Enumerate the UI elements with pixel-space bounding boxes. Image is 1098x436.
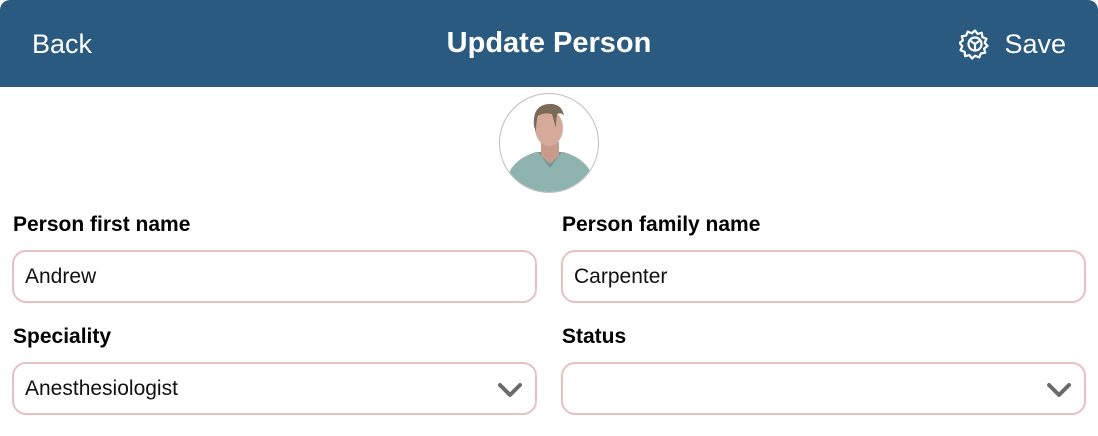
status-label: Status [562,325,627,348]
speciality-value: Anesthesiologist [25,376,178,400]
first-name-label: Person first name [13,213,191,236]
speciality-label: Speciality [13,325,112,348]
page-title: Update Person [446,27,652,59]
family-name-label: Person family name [562,213,761,236]
family-name-field[interactable] [561,250,1086,303]
chevron-down-icon [498,383,522,397]
first-name-field[interactable] [12,250,537,303]
avatar[interactable] [499,93,599,193]
status-select[interactable] [561,362,1086,415]
speciality-select[interactable]: Anesthesiologist [12,362,537,415]
gear-icon [959,29,990,60]
first-name-input[interactable] [25,264,535,289]
person-avatar-icon [506,103,594,192]
top-nav-bar: Back Update Person Save [0,0,1098,87]
save-label: Save [1004,29,1066,59]
chevron-down-icon [1047,383,1071,397]
save-button[interactable]: Save [959,27,1066,61]
family-name-input[interactable] [574,264,1084,289]
